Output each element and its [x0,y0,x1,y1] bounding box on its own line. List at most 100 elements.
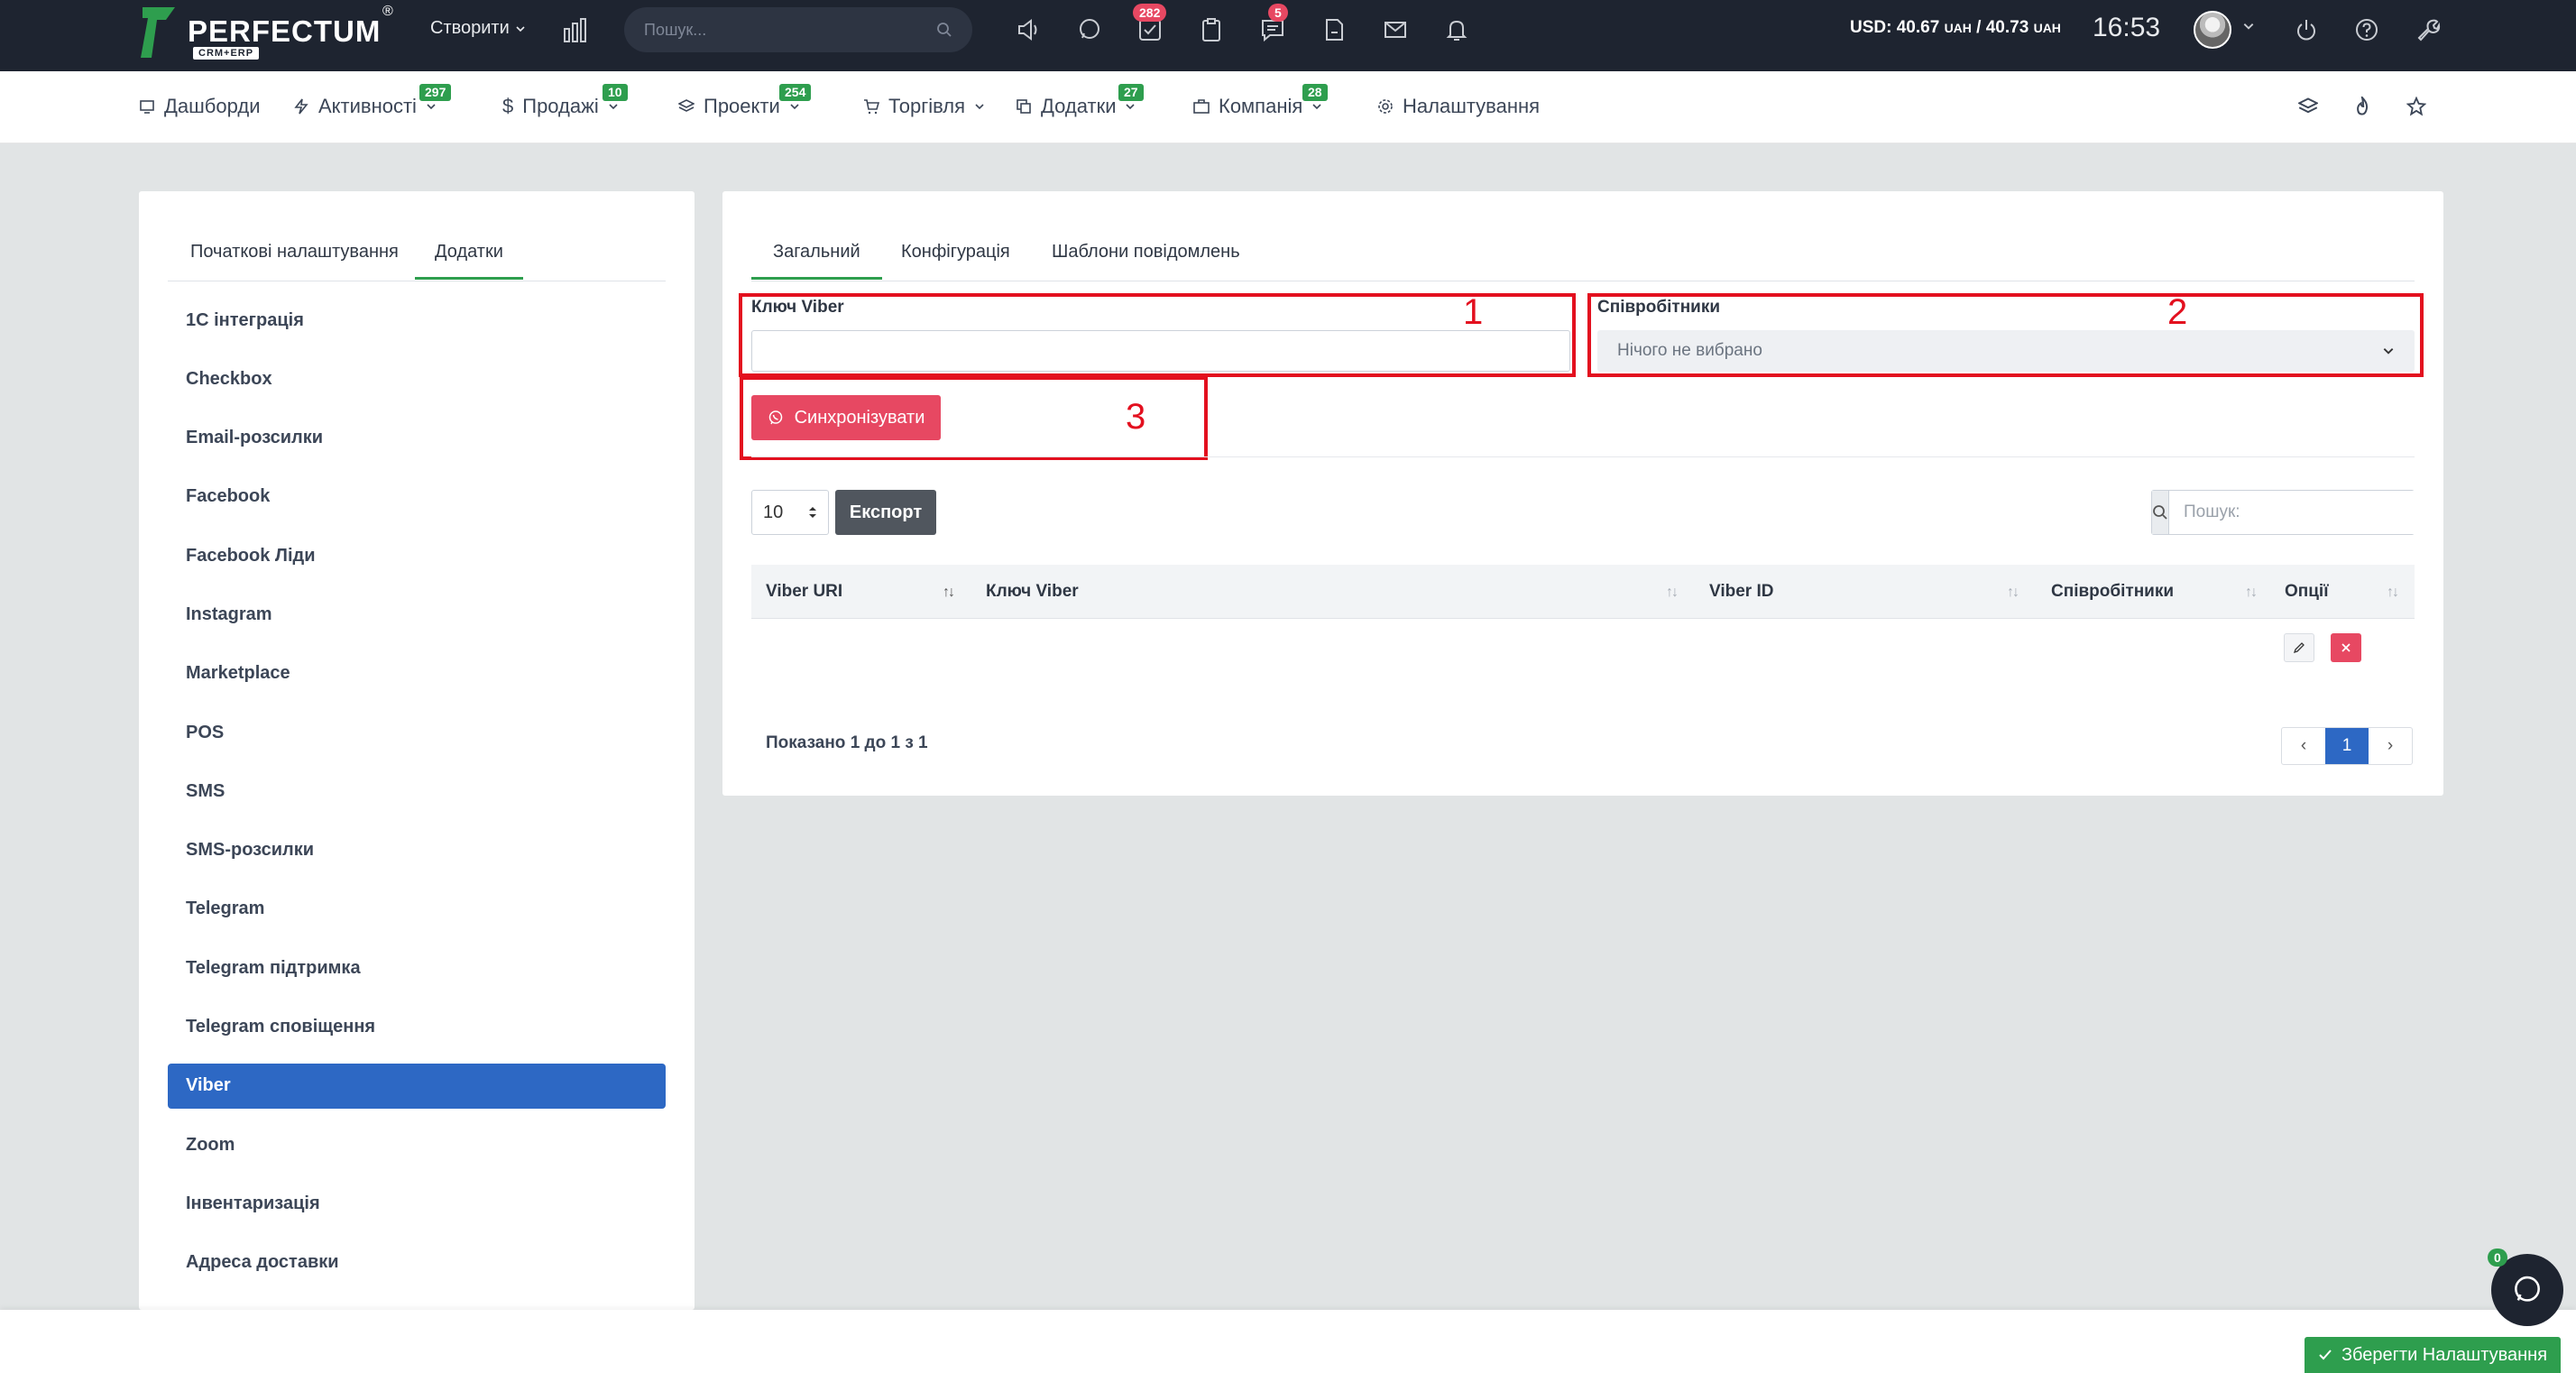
power-icon[interactable] [2291,14,2322,45]
tasks-icon[interactable]: 282 [1133,4,1167,45]
bar-chart-icon[interactable] [561,16,590,45]
sort-icon[interactable]: ↑↓ [943,585,955,601]
tab-initial-settings[interactable]: Початкові налаштування [190,242,399,277]
nav-addons[interactable]: Додатки 27 [1016,84,1144,118]
viber-settings-panel: Загальний Конфігурація Шаблони повідомле… [722,191,2443,796]
pagination-page[interactable]: 1 [2325,728,2369,764]
nav-activities[interactable]: Активності 297 [293,84,452,118]
sort-icon[interactable]: ↑↓ [1666,585,1679,601]
currency-usd: USD: 40.67 [1850,18,1940,37]
export-button[interactable]: Експорт [835,490,936,535]
viber-tabs: Загальний Конфігурація Шаблони повідомле… [751,233,2415,281]
sidebar-item-telegram-support[interactable]: Telegram підтримка [168,945,666,991]
wrench-icon[interactable] [2412,14,2443,45]
sidebar-item-marketplace[interactable]: Marketplace [168,651,666,696]
nav-sales[interactable]: $ Продажі 10 [502,84,628,118]
logo[interactable]: PERFECTUM ® CRM+ERP [139,4,400,61]
nav-label: Додатки [1041,95,1117,117]
nav-label: Налаштування [1403,95,1541,117]
document-icon[interactable] [1319,14,1349,45]
logo-mark-icon [141,7,175,58]
page-size-select[interactable]: 10 [751,490,829,535]
column-options[interactable]: Опції [2285,565,2329,619]
sidebar-item-pos[interactable]: POS [168,710,666,755]
column-viber-id[interactable]: Viber ID [1709,565,1773,619]
nav-projects[interactable]: Проекти 254 [678,84,812,118]
chevron-down-icon [609,104,618,110]
sort-icon[interactable]: ↑↓ [2387,585,2399,601]
pagination: ‹ 1 › [2281,727,2413,765]
chevron-down-icon[interactable] [2242,20,2255,32]
annotation-label-1: 1 [1463,292,1484,332]
sort-icon[interactable]: ↑↓ [2245,585,2258,601]
save-settings-button[interactable]: Зберегти Налаштування [2305,1337,2561,1373]
currency-second-rate: / 40.73 [1971,18,2029,37]
chevron-down-icon [427,104,436,110]
tab-general[interactable]: Загальний [751,242,882,280]
sidebar-item-telegram[interactable]: Telegram [168,887,666,932]
help-icon[interactable] [2351,14,2382,45]
sidebar-item-facebook-leads[interactable]: Facebook Ліди [168,533,666,578]
tab-addons[interactable]: Додатки [415,242,523,280]
sidebar-item-telegram-notifications[interactable]: Telegram сповіщення [168,1005,666,1050]
chat-bubble-icon[interactable] [1074,14,1105,45]
global-search[interactable] [624,7,972,52]
avatar[interactable] [2194,11,2231,49]
nav-badge: 27 [1118,84,1144,101]
megaphone-icon[interactable] [1013,14,1044,45]
nav-trade[interactable]: Торгівля [863,95,985,118]
cart-icon [864,99,879,115]
messages-icon[interactable]: 5 [1257,4,1288,45]
mail-icon[interactable] [1380,14,1411,45]
annotation-label-2: 2 [2167,292,2188,332]
nav-dashboards[interactable]: Дашборди [139,95,260,118]
nav-company[interactable]: Компанія 28 [1193,84,1328,118]
flame-icon[interactable] [2349,93,2376,120]
sidebar-item-checkbox[interactable]: Checkbox [168,356,666,401]
sidebar-item-zoom[interactable]: Zoom [168,1122,666,1167]
settings-sidebar: Початкові налаштування Додатки 1С інтегр… [139,191,695,1310]
sidebar-item-sms[interactable]: SMS [168,769,666,814]
layers-icon[interactable] [2295,93,2322,120]
sidebar-item-delivery-address[interactable]: Адреса доставки [168,1240,666,1285]
nav-badge: 10 [603,84,628,101]
nav-badge: 28 [1302,84,1328,101]
annotation-box-1 [739,293,1576,377]
bell-icon[interactable] [1441,14,1472,45]
tab-message-templates[interactable]: Шаблони повідомлень [1052,242,1240,277]
sort-icon[interactable]: ↑↓ [2007,585,2019,601]
edit-button[interactable] [2284,633,2314,662]
pagination-prev[interactable]: ‹ [2282,728,2325,764]
sidebar-item-viber[interactable]: Viber [168,1063,666,1109]
sidebar-item-facebook[interactable]: Facebook [168,475,666,520]
column-employees[interactable]: Співробітники [2051,565,2174,619]
sidebar-item-email[interactable]: Email-розсилки [168,416,666,461]
clipboard-icon[interactable] [1196,14,1227,45]
search-icon[interactable] [2152,491,2169,534]
global-search-input[interactable] [644,20,936,40]
table-row-actions [2284,633,2361,662]
table-search[interactable] [2151,490,2419,535]
sidebar-item-sms-mailing[interactable]: SMS-розсилки [168,828,666,873]
chevron-down-icon [975,104,984,110]
sidebar-item-inventory[interactable]: Інвентаризація [168,1181,666,1226]
star-icon[interactable] [2403,93,2430,120]
tab-configuration[interactable]: Конфігурація [901,242,1010,277]
create-menu-button[interactable]: Створити [430,18,526,39]
chat-widget-button[interactable]: 0 [2488,1249,2563,1326]
column-viber-uri[interactable]: Viber URI [766,565,842,619]
column-viber-key[interactable]: Ключ Viber [986,565,1079,619]
chat-count-badge: 0 [2488,1249,2507,1267]
delete-button[interactable] [2331,633,2361,662]
pagination-next[interactable]: › [2369,728,2412,764]
copy-icon [1017,99,1031,114]
footer-bar [0,1310,2576,1373]
sidebar-item-instagram[interactable]: Instagram [168,592,666,637]
nav-settings[interactable]: Налаштування [1377,95,1540,118]
annotation-label-3: 3 [1126,397,1146,437]
currency-uah-unit: UAH [1944,21,1972,35]
chevron-down-icon [1126,104,1136,110]
table-search-input[interactable] [2169,491,2419,534]
annotation-box-2 [1587,293,2424,377]
sidebar-item-1c[interactable]: 1С інтеграція [168,298,666,343]
